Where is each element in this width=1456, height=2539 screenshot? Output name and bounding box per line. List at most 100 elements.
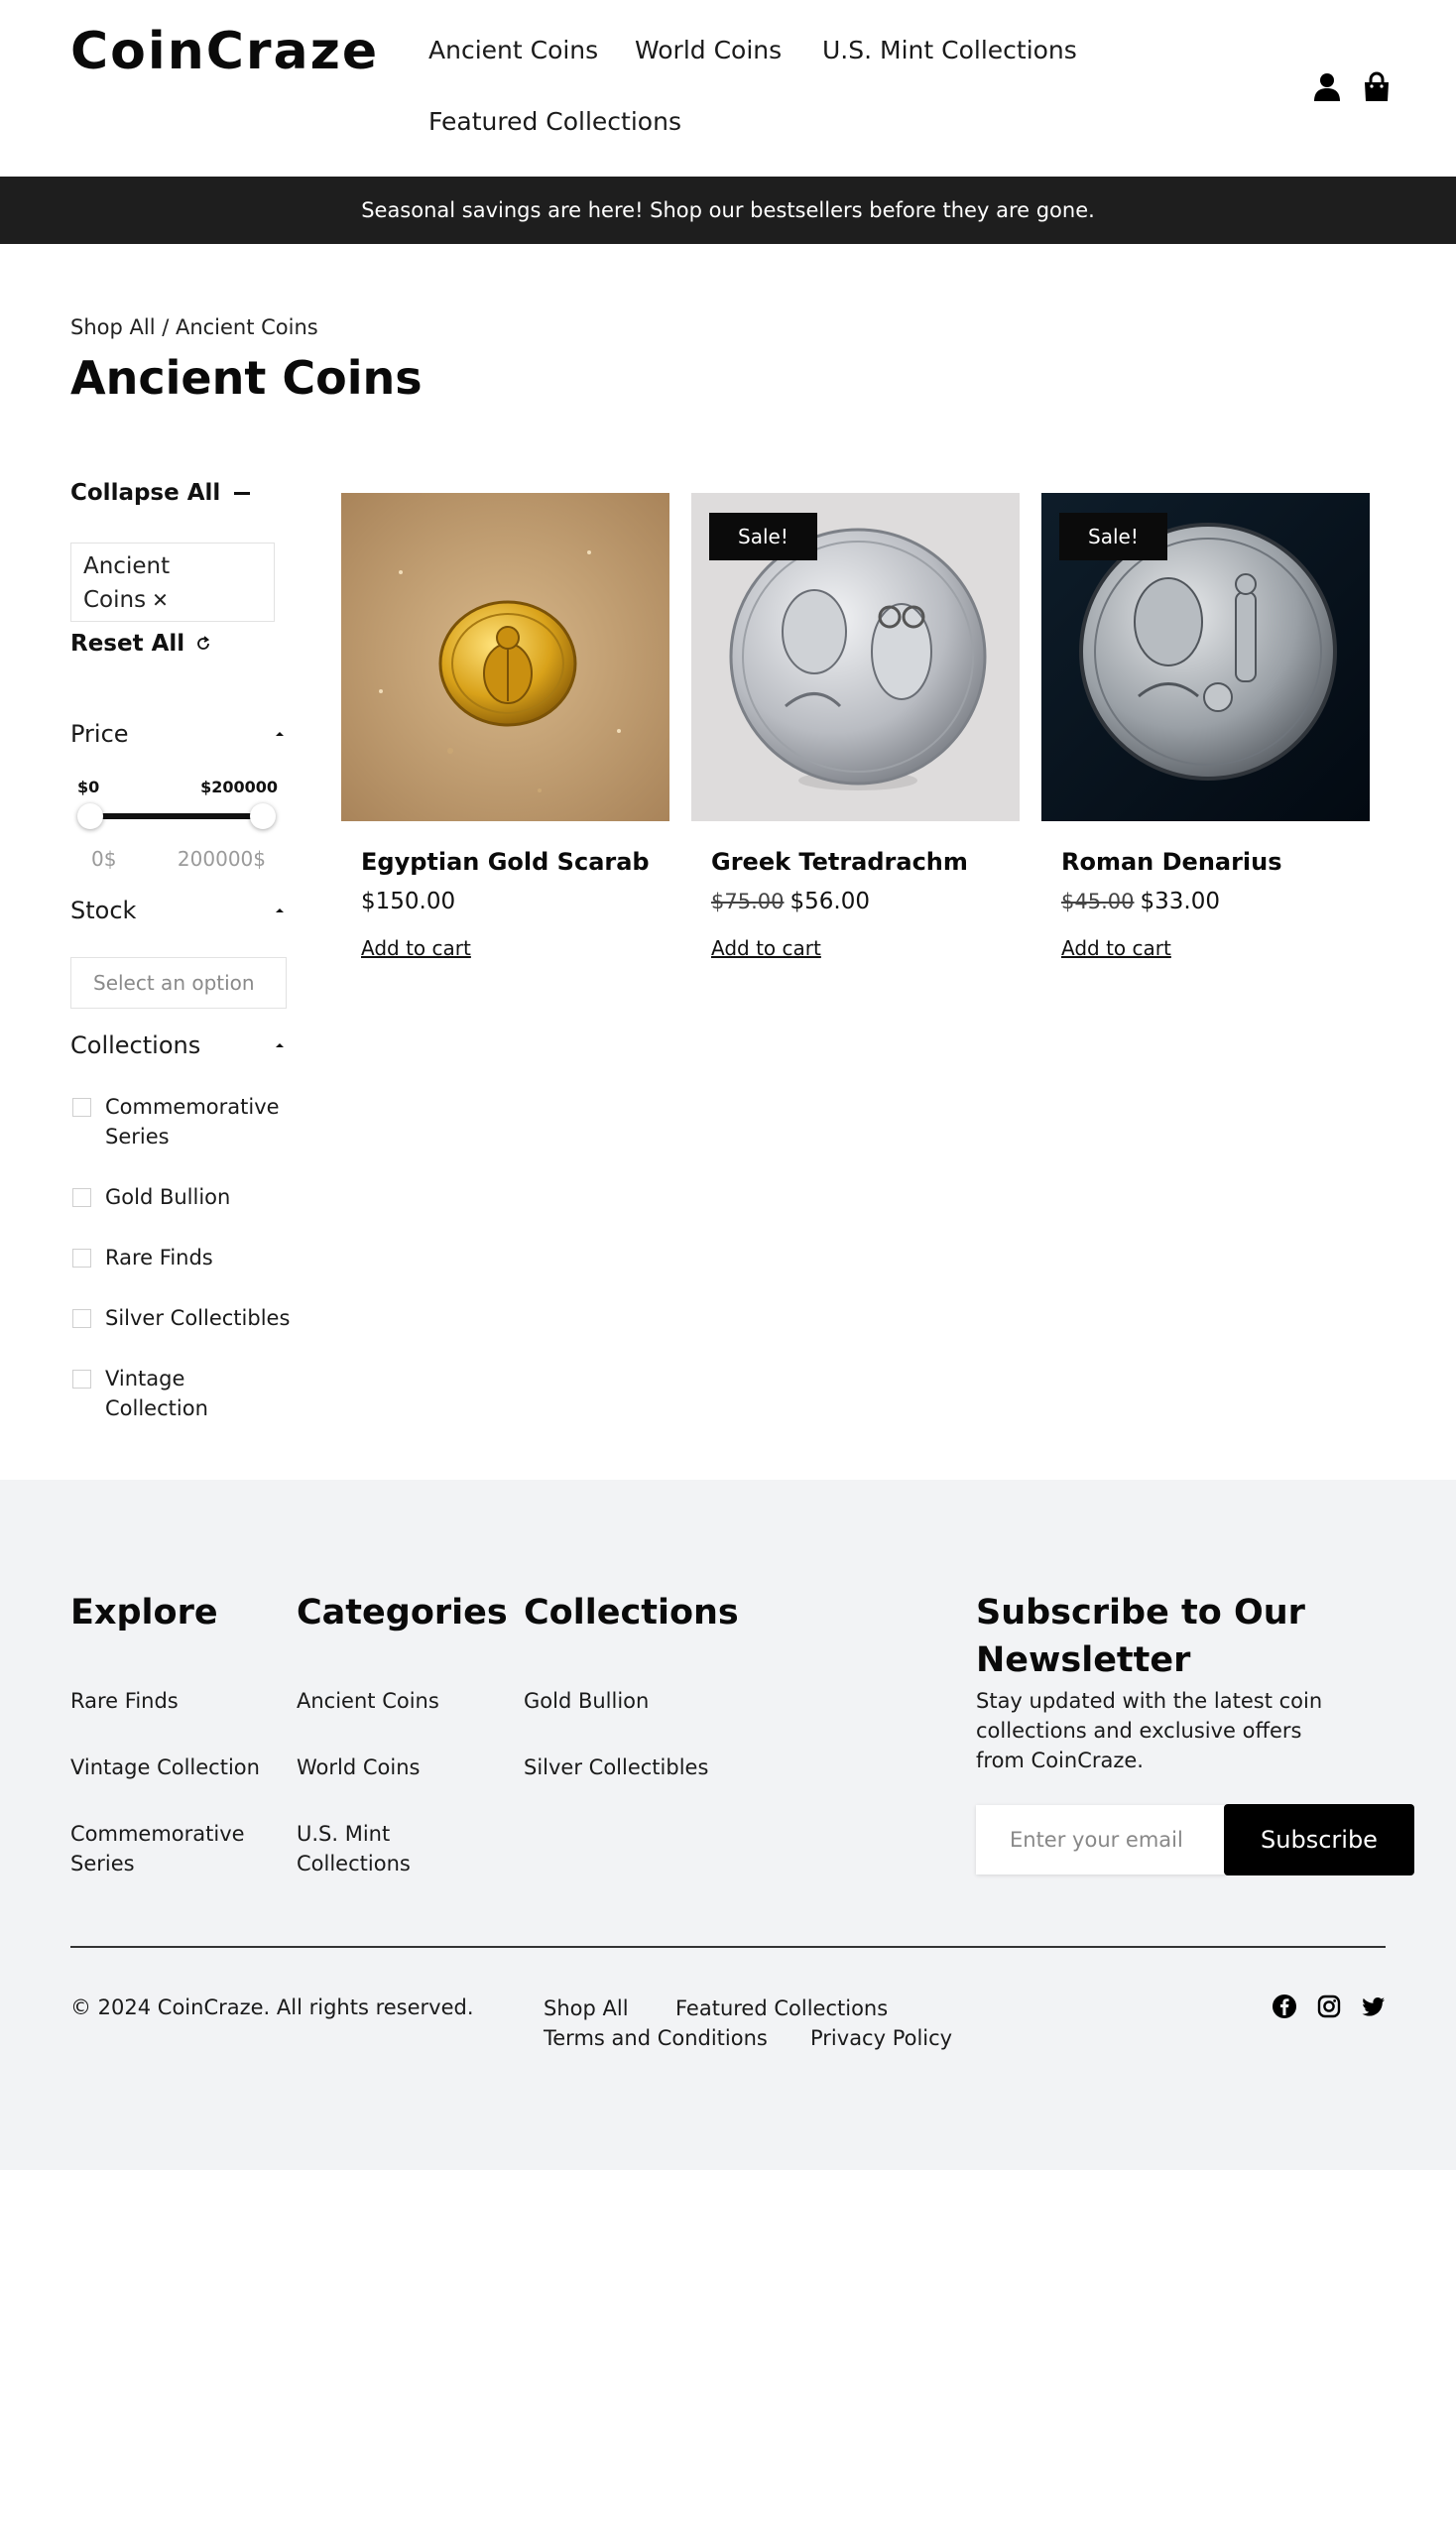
collection-option-vintage-collection[interactable]: Vintage Collection bbox=[72, 1364, 294, 1423]
page-title: Ancient Coins bbox=[70, 351, 423, 405]
price-filter-toggle[interactable]: Price bbox=[70, 720, 285, 748]
refresh-icon bbox=[197, 636, 210, 650]
price-range-track[interactable] bbox=[89, 813, 264, 819]
product-card[interactable]: Egyptian Gold Scarab $150.00 Add to cart bbox=[341, 493, 669, 960]
price-max-label: $200000 bbox=[200, 778, 278, 796]
chevron-up-icon bbox=[276, 908, 284, 912]
reset-all-label: Reset All bbox=[70, 631, 185, 657]
price-max-value: 200000$ bbox=[177, 847, 266, 871]
sale-badge: Sale! bbox=[709, 513, 817, 560]
price-filter-label: Price bbox=[70, 720, 129, 748]
stock-filter-toggle[interactable]: Stock bbox=[70, 897, 285, 924]
reset-all-button[interactable]: Reset All bbox=[70, 631, 212, 657]
product-price: $150.00 bbox=[361, 889, 455, 914]
product-image-roman-denarius[interactable]: Sale! bbox=[1041, 493, 1370, 821]
footer-link-silver-collectibles[interactable]: Silver Collectibles bbox=[524, 1753, 708, 1782]
site-logo[interactable]: CoinCraze bbox=[70, 22, 379, 81]
subscribe-button[interactable]: Subscribe bbox=[1224, 1804, 1414, 1875]
product-price: $45.00 $33.00 bbox=[1061, 889, 1220, 914]
product-name[interactable]: Egyptian Gold Scarab bbox=[361, 848, 650, 876]
collections-filter-label: Collections bbox=[70, 1031, 201, 1059]
user-icon[interactable] bbox=[1311, 71, 1343, 103]
facebook-icon[interactable] bbox=[1272, 1994, 1297, 2019]
product-card[interactable]: Sale! Greek Tetradrachm $75.00 $56.00 Add… bbox=[691, 493, 1020, 960]
price-range-values: 0$ 200000$ bbox=[91, 847, 266, 871]
collection-option-rare-finds[interactable]: Rare Finds bbox=[72, 1243, 294, 1272]
price-min-label: $0 bbox=[77, 778, 100, 796]
checkbox[interactable] bbox=[72, 1249, 91, 1268]
stock-filter-label: Stock bbox=[70, 897, 137, 924]
footer-link-rare-finds[interactable]: Rare Finds bbox=[70, 1686, 179, 1716]
product-image-greek-tetradrachm[interactable]: Sale! bbox=[691, 493, 1020, 821]
chevron-up-icon bbox=[276, 1043, 284, 1047]
product-name[interactable]: Roman Denarius bbox=[1061, 848, 1282, 876]
product-price: $75.00 $56.00 bbox=[711, 889, 870, 914]
stock-select[interactable]: Select an option bbox=[70, 957, 287, 1009]
price-min-handle[interactable] bbox=[77, 803, 103, 829]
checkbox[interactable] bbox=[72, 1188, 91, 1207]
collection-option-label: Commemorative Series bbox=[105, 1095, 280, 1149]
collection-option-label: Gold Bullion bbox=[105, 1185, 231, 1209]
collections-filter-toggle[interactable]: Collections bbox=[70, 1031, 285, 1059]
promo-text: Seasonal savings are here! Shop our best… bbox=[361, 198, 1095, 222]
add-to-cart-button[interactable]: Add to cart bbox=[1061, 936, 1171, 960]
add-to-cart-button[interactable]: Add to cart bbox=[361, 936, 471, 960]
product-current-price: $33.00 bbox=[1140, 889, 1220, 914]
footer-link-us-mint-collections[interactable]: U.S. Mint Collections bbox=[297, 1819, 445, 1878]
footer-link-world-coins[interactable]: World Coins bbox=[297, 1753, 420, 1782]
collection-option-label: Vintage Collection bbox=[105, 1367, 208, 1420]
nav-us-mint-collections[interactable]: U.S. Mint Collections bbox=[822, 36, 1077, 64]
product-image-gold-scarab[interactable] bbox=[341, 493, 669, 821]
nav-world-coins[interactable]: World Coins bbox=[635, 36, 782, 64]
collapse-all-button[interactable]: Collapse All bbox=[70, 480, 251, 506]
stock-select-placeholder: Select an option bbox=[93, 971, 255, 995]
breadcrumb[interactable]: Shop All / Ancient Coins bbox=[70, 315, 318, 339]
footer-explore-heading: Explore bbox=[70, 1593, 218, 1632]
chevron-up-icon bbox=[276, 732, 284, 736]
nav-ancient-coins[interactable]: Ancient Coins bbox=[428, 36, 598, 64]
product-current-price: $150.00 bbox=[361, 889, 456, 914]
footer-collections-heading: Collections bbox=[524, 1593, 739, 1632]
footer-link-terms-and-conditions[interactable]: Terms and Conditions bbox=[544, 2023, 768, 2053]
collapse-all-label: Collapse All bbox=[70, 480, 221, 506]
footer-link-privacy-policy[interactable]: Privacy Policy bbox=[810, 2023, 952, 2053]
collection-option-label: Silver Collectibles bbox=[105, 1306, 291, 1330]
site-header: CoinCraze Ancient Coins World Coins U.S.… bbox=[0, 0, 1456, 177]
footer-link-commemorative-series[interactable]: Commemorative Series bbox=[70, 1819, 269, 1878]
close-icon[interactable]: ✕ bbox=[152, 588, 169, 612]
price-min-value: 0$ bbox=[91, 847, 117, 871]
footer-link-vintage-collection[interactable]: Vintage Collection bbox=[70, 1753, 260, 1782]
footer-categories-heading: Categories bbox=[297, 1593, 508, 1632]
collection-option-commemorative-series[interactable]: Commemorative Series bbox=[72, 1092, 294, 1151]
sale-badge: Sale! bbox=[1059, 513, 1167, 560]
footer-link-shop-all[interactable]: Shop All bbox=[544, 1994, 629, 2023]
collection-option-gold-bullion[interactable]: Gold Bullion bbox=[72, 1182, 294, 1212]
active-filter-chip[interactable]: Ancient Coins ✕ bbox=[70, 543, 275, 622]
product-current-price: $56.00 bbox=[789, 889, 870, 914]
product-name[interactable]: Greek Tetradrachm bbox=[711, 848, 968, 876]
nav-featured-collections[interactable]: Featured Collections bbox=[428, 107, 681, 136]
footer-divider bbox=[70, 1946, 1386, 1948]
copyright-text: © 2024 CoinCraze. All rights reserved. bbox=[70, 1995, 474, 2019]
newsletter-email-input[interactable] bbox=[976, 1805, 1226, 1874]
newsletter-description: Stay updated with the latest coin collec… bbox=[976, 1689, 1323, 1772]
footer-link-gold-bullion[interactable]: Gold Bullion bbox=[524, 1686, 649, 1716]
add-to-cart-button[interactable]: Add to cart bbox=[711, 936, 821, 960]
promo-banner: Seasonal savings are here! Shop our best… bbox=[0, 177, 1456, 244]
checkbox[interactable] bbox=[72, 1098, 91, 1117]
product-card[interactable]: Sale! Roman Denarius $45.00 $33.00 Add to… bbox=[1041, 493, 1370, 960]
collection-option-label: Rare Finds bbox=[105, 1246, 213, 1270]
shopping-bag-icon[interactable] bbox=[1361, 71, 1393, 103]
site-footer: Explore Rare Finds Vintage Collection Co… bbox=[0, 1480, 1456, 2170]
checkbox[interactable] bbox=[72, 1370, 91, 1389]
collection-option-silver-collectibles[interactable]: Silver Collectibles bbox=[72, 1303, 294, 1333]
footer-link-featured-collections[interactable]: Featured Collections bbox=[675, 1994, 888, 2023]
price-range-labels: $0 $200000 bbox=[77, 778, 278, 796]
twitter-icon[interactable] bbox=[1361, 1994, 1387, 2019]
instagram-icon[interactable] bbox=[1316, 1994, 1342, 2019]
product-old-price: $75.00 bbox=[711, 890, 785, 913]
price-max-handle[interactable] bbox=[250, 803, 276, 829]
checkbox[interactable] bbox=[72, 1309, 91, 1328]
newsletter-heading: Subscribe to Our Newsletter bbox=[976, 1593, 1305, 1680]
footer-link-ancient-coins[interactable]: Ancient Coins bbox=[297, 1686, 439, 1716]
